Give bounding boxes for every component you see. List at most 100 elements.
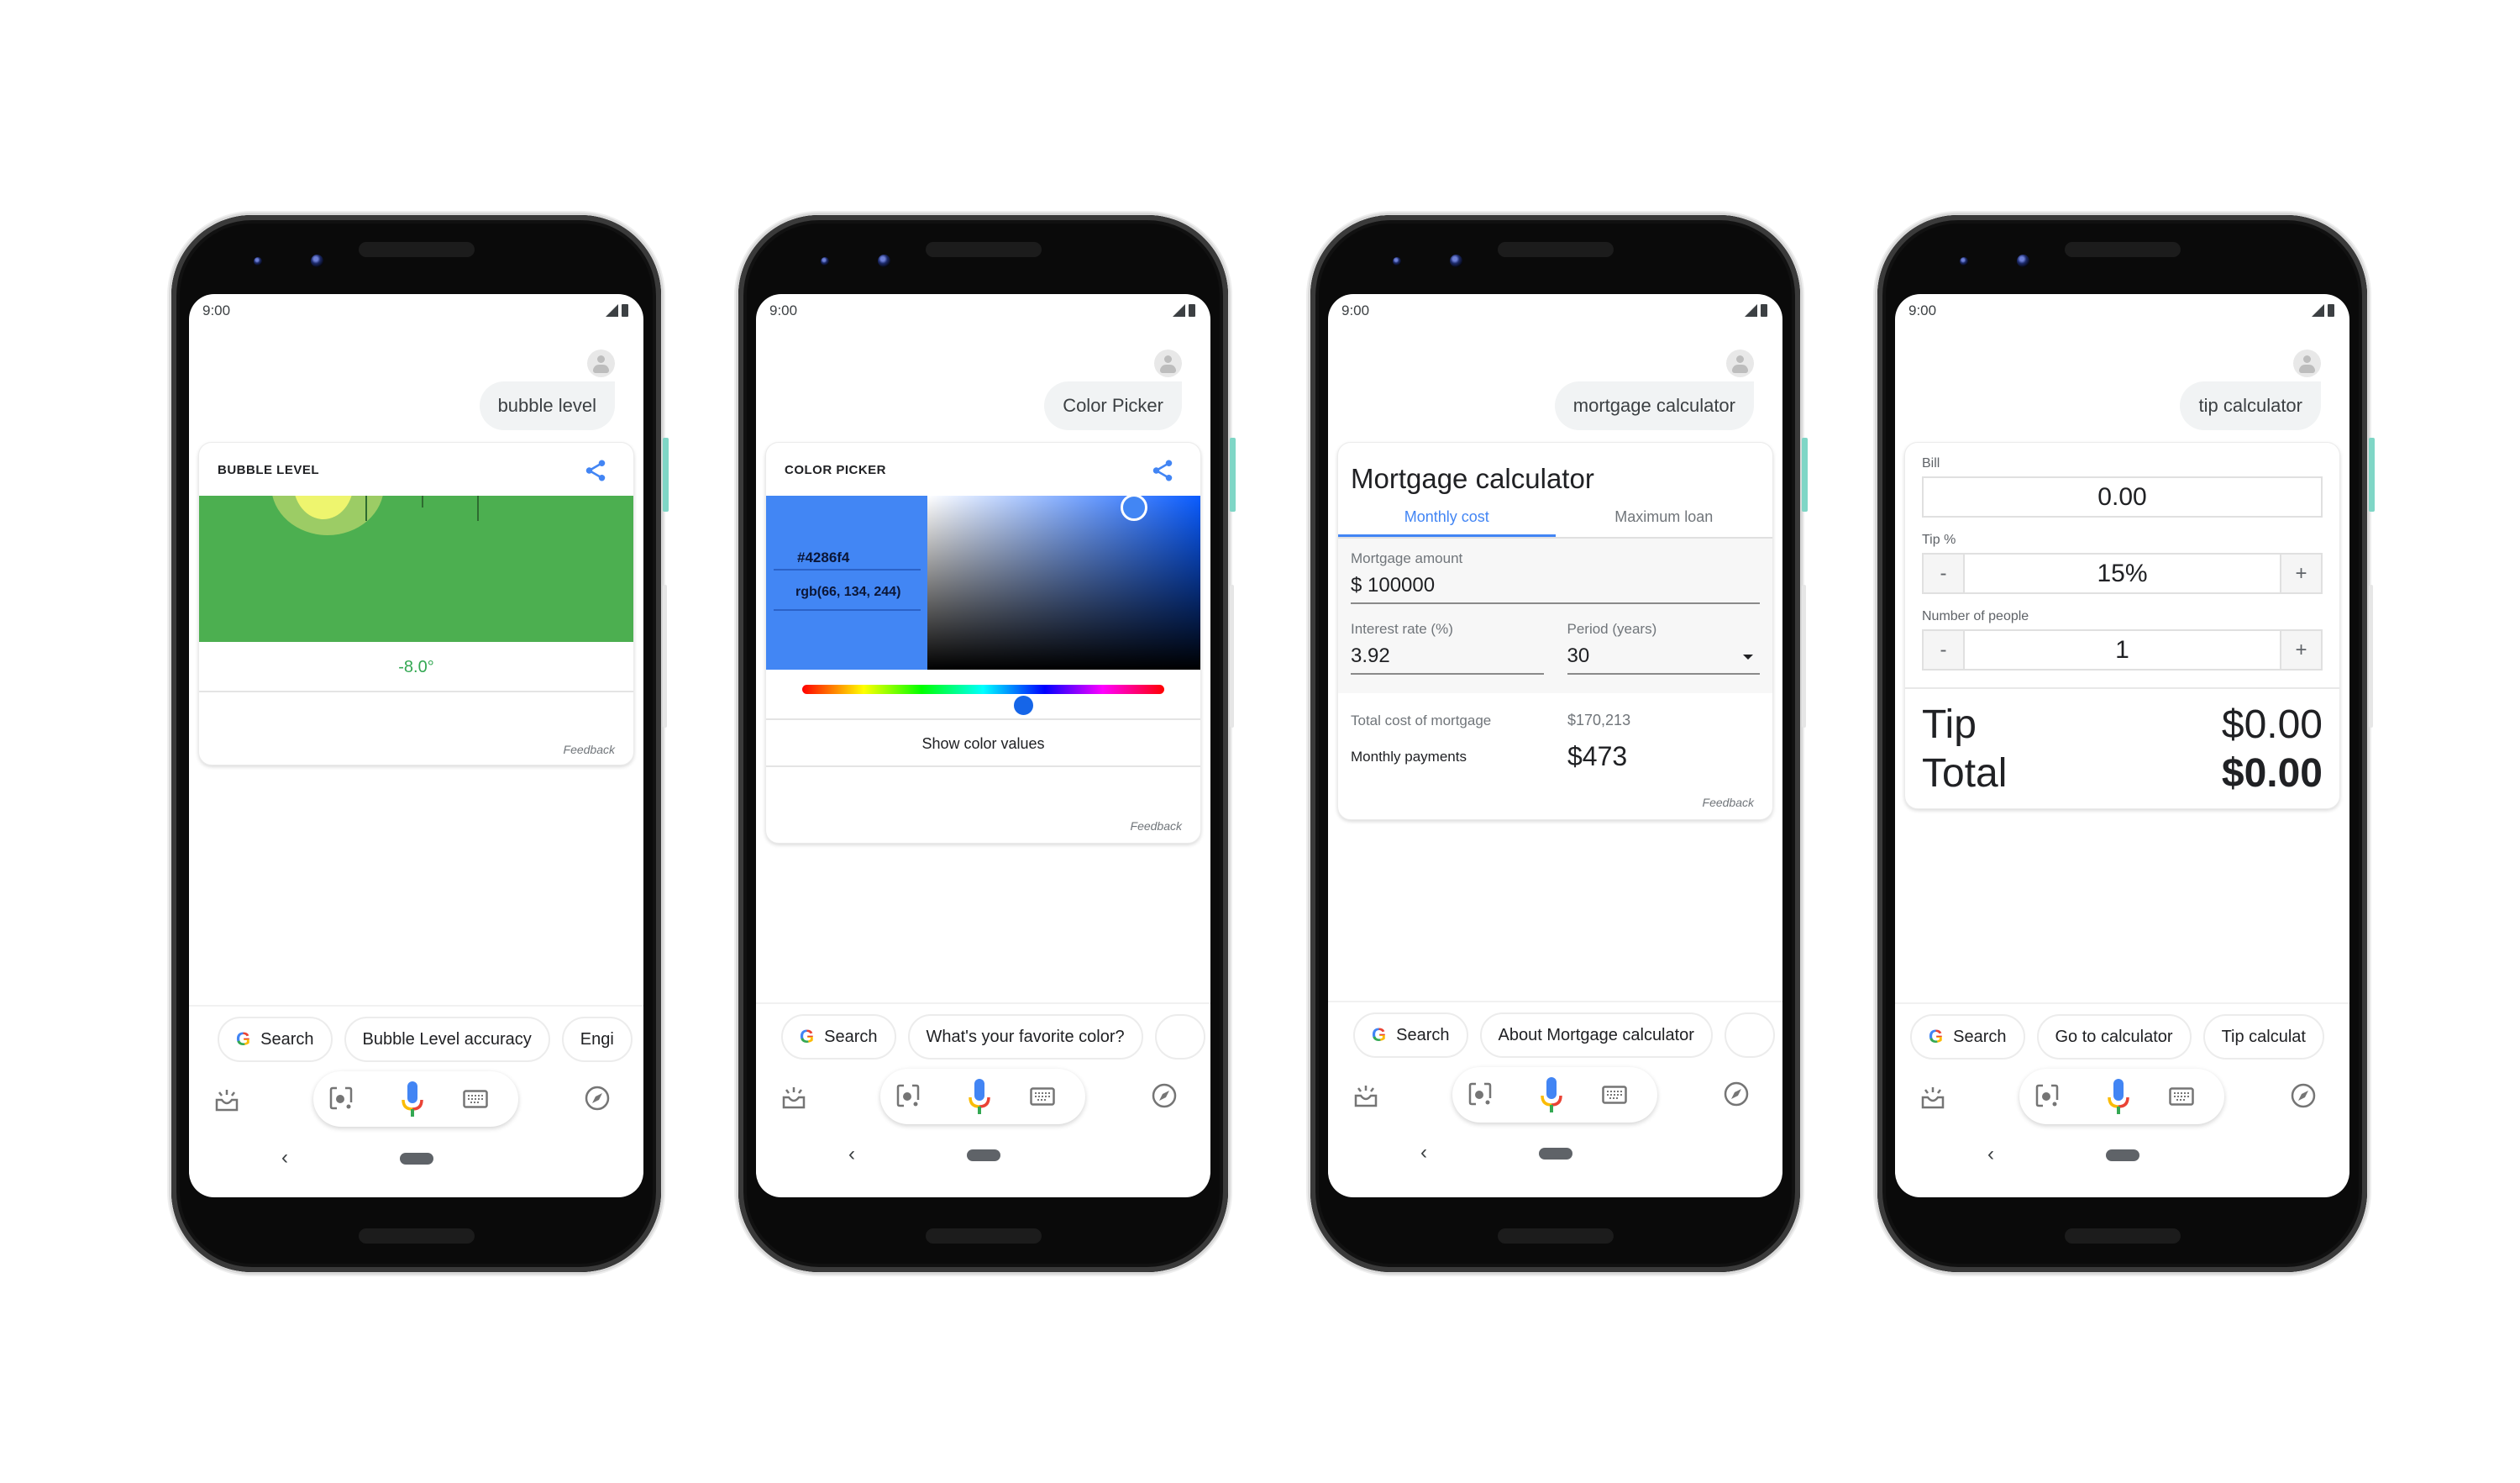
- back-icon[interactable]: ‹: [281, 1146, 288, 1170]
- share-icon[interactable]: [583, 458, 608, 483]
- level-reading: -8.0°: [199, 642, 633, 692]
- interest-rate-input[interactable]: 3.92: [1351, 638, 1544, 675]
- bottom-speaker: [925, 1228, 1042, 1244]
- front-camera: [1450, 255, 1462, 267]
- chip-suggestion[interactable]: What's your favorite color?: [907, 1014, 1143, 1060]
- dropdown-caret-icon: [1743, 655, 1753, 660]
- color-selector-handle[interactable]: [1121, 494, 1147, 521]
- bill-input[interactable]: 0.00: [1922, 476, 2323, 518]
- explore-icon[interactable]: [584, 1085, 611, 1112]
- hex-value[interactable]: #4286f4: [774, 538, 921, 571]
- tip-decrement-button[interactable]: -: [1924, 555, 1963, 592]
- people-increment-button[interactable]: +: [2281, 631, 2321, 669]
- tip-results: Tip $0.00 Total $0.00: [1905, 687, 2339, 808]
- power-button: [1230, 438, 1236, 512]
- keyboard-icon[interactable]: [2169, 1087, 2194, 1106]
- battery-icon: [1761, 304, 1767, 317]
- google-g-icon: G: [1372, 1024, 1387, 1045]
- card-title: Mortgage calculator: [1351, 463, 1594, 494]
- tip-percent-value[interactable]: 15%: [1963, 555, 2281, 592]
- keyboard-icon[interactable]: [1602, 1086, 1627, 1104]
- chip-suggestion[interactable]: Tip calculat: [2202, 1014, 2324, 1060]
- battery-icon: [622, 304, 628, 317]
- tab-maximum-loan[interactable]: Maximum loan: [1556, 500, 1773, 537]
- feedback-link[interactable]: Feedback: [1703, 796, 1754, 809]
- earpiece: [2064, 242, 2181, 257]
- people-decrement-button[interactable]: -: [1924, 631, 1963, 669]
- rgb-value[interactable]: rgb(66, 134, 244): [774, 573, 921, 611]
- updates-icon[interactable]: [214, 1088, 239, 1112]
- feedback-link[interactable]: Feedback: [1131, 819, 1182, 833]
- level-tick: [477, 496, 479, 521]
- chip-search[interactable]: G Search: [1353, 1012, 1468, 1058]
- color-swatch: #4286f4 rgb(66, 134, 244): [766, 496, 927, 670]
- mic-icon[interactable]: [401, 1080, 424, 1118]
- explore-icon[interactable]: [2290, 1082, 2317, 1109]
- chip-suggestion[interactable]: Go to calculator: [2036, 1014, 2192, 1060]
- hue-knob[interactable]: [1011, 694, 1035, 717]
- earpiece: [358, 242, 475, 257]
- tab-monthly-cost[interactable]: Monthly cost: [1338, 500, 1556, 537]
- updates-icon[interactable]: [1353, 1084, 1378, 1107]
- suggestion-bar: G Search Go to calculator Tip calculat: [1895, 1002, 2349, 1078]
- volume-button: [1802, 585, 1806, 728]
- lens-icon[interactable]: [328, 1086, 354, 1111]
- front-sensor: [821, 257, 829, 266]
- period-label: Period (years): [1567, 621, 1657, 637]
- chip-search[interactable]: G Search: [1910, 1014, 2025, 1060]
- suggestion-bar: G Search What's your favorite color?: [756, 1002, 1210, 1078]
- status-bar: 9:00: [1341, 299, 1767, 321]
- user-avatar[interactable]: [1154, 350, 1182, 377]
- lens-icon[interactable]: [2034, 1083, 2060, 1108]
- chip-suggestion[interactable]: [1724, 1012, 1775, 1058]
- explore-icon[interactable]: [1151, 1082, 1178, 1109]
- lens-icon[interactable]: [1467, 1081, 1493, 1107]
- mic-icon[interactable]: [1540, 1075, 1563, 1114]
- back-icon[interactable]: ‹: [848, 1143, 855, 1166]
- screen: 9:00 Color Picker COLOR PICKER #4286f4 r…: [756, 294, 1210, 1197]
- share-icon[interactable]: [1150, 458, 1175, 483]
- explore-icon[interactable]: [1723, 1081, 1750, 1107]
- power-button: [2369, 438, 2375, 512]
- home-pill[interactable]: [1538, 1148, 1572, 1160]
- keyboard-icon[interactable]: [463, 1090, 488, 1108]
- keyboard-icon[interactable]: [1030, 1087, 1055, 1106]
- mic-icon[interactable]: [2107, 1077, 2130, 1116]
- hue-slider[interactable]: [766, 670, 1200, 720]
- back-icon[interactable]: ‹: [1987, 1143, 1994, 1166]
- back-icon[interactable]: ‹: [1420, 1141, 1427, 1165]
- level-tick: [365, 496, 367, 521]
- mic-icon[interactable]: [968, 1077, 991, 1116]
- people-value[interactable]: 1: [1963, 631, 2281, 669]
- chip-suggestion[interactable]: [1154, 1014, 1205, 1060]
- google-g-icon: G: [236, 1028, 251, 1049]
- user-avatar[interactable]: [1726, 350, 1754, 377]
- mortgage-amount-input[interactable]: $ 100000: [1351, 567, 1760, 604]
- period-select[interactable]: 30: [1567, 638, 1760, 675]
- assistant-dock: [189, 1071, 643, 1130]
- saturation-value-canvas[interactable]: [927, 494, 1200, 670]
- updates-icon[interactable]: [781, 1086, 806, 1109]
- chip-suggestion[interactable]: Engi: [561, 1017, 633, 1062]
- show-color-values-button[interactable]: Show color values: [766, 720, 1200, 767]
- home-pill[interactable]: [2105, 1149, 2139, 1161]
- home-pill[interactable]: [966, 1149, 1000, 1161]
- feedback-link[interactable]: Feedback: [564, 743, 615, 756]
- chip-search[interactable]: G Search: [781, 1014, 896, 1060]
- updates-icon[interactable]: [1920, 1086, 1945, 1109]
- chip-suggestion[interactable]: Bubble Level accuracy: [344, 1017, 550, 1062]
- phone-bubble-level: 9:00 bubble level BUBBLE LEVEL -8.0° Fee…: [171, 215, 669, 1272]
- mortgage-results: Total cost of mortgage $170,213 Monthly …: [1338, 693, 1772, 819]
- chip-search[interactable]: G Search: [218, 1017, 333, 1062]
- home-pill[interactable]: [399, 1153, 433, 1165]
- lens-icon[interactable]: [895, 1083, 921, 1108]
- bill-label: Bill: [1922, 456, 1940, 471]
- hue-track[interactable]: [802, 685, 1164, 717]
- user-query-bubble: bubble level: [479, 381, 615, 430]
- suggestion-bar: G Search About Mortgage calculator: [1328, 1001, 1782, 1076]
- tip-increment-button[interactable]: +: [2281, 555, 2321, 592]
- tip-percent-label: Tip %: [1922, 533, 1956, 547]
- user-avatar[interactable]: [2293, 350, 2321, 377]
- chip-suggestion[interactable]: About Mortgage calculator: [1479, 1012, 1713, 1058]
- user-avatar[interactable]: [587, 350, 615, 377]
